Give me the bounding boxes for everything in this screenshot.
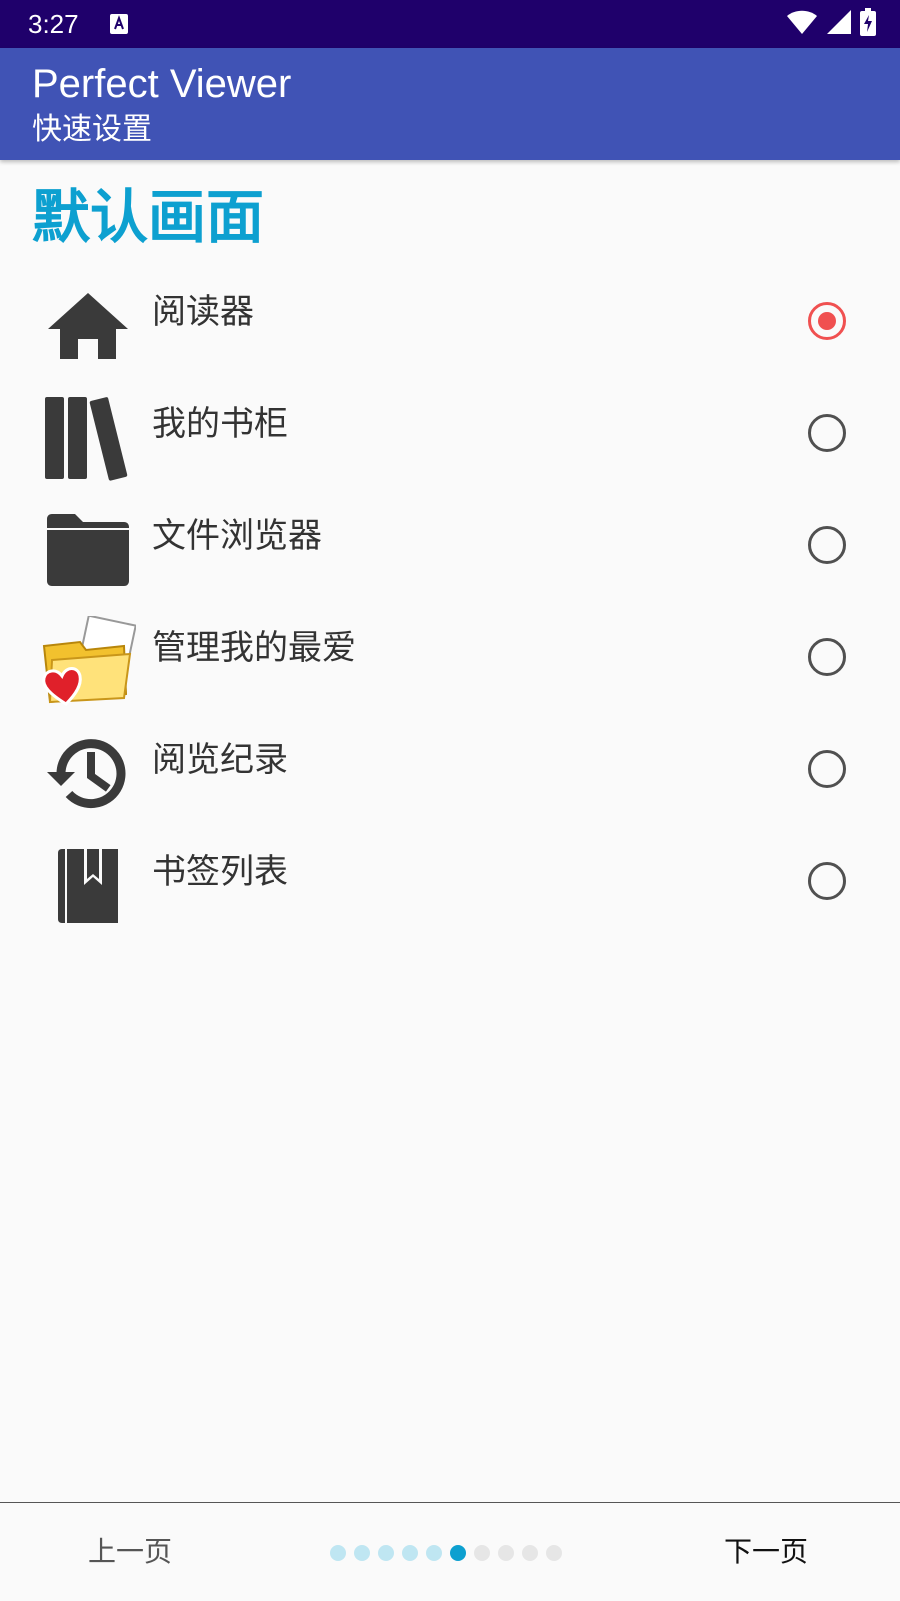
page-dot [378,1545,394,1561]
page-dot [522,1545,538,1561]
page-indicator [330,1545,562,1561]
text-a-icon [110,14,128,34]
option-label: 阅览纪录 [152,740,288,780]
option-file-browser[interactable]: 文件浏览器 [0,494,900,606]
status-icons [786,8,876,40]
page-dot [474,1545,490,1561]
page-dot [426,1545,442,1561]
home-icon [40,278,136,374]
section-title: 默认画面 [32,183,265,251]
bottom-navigation: 上一页 下一页 [0,1502,900,1601]
app-subtitle: 快速设置 [32,112,152,147]
wifi-icon [786,9,818,39]
default-screen-options: 阅读器 我的书柜 文件浏览器 管理我的最爱 阅览纪录 书签列表 [0,270,900,942]
battery-charging-icon [860,8,876,40]
page-dot [498,1545,514,1561]
page-dot [354,1545,370,1561]
radio-button[interactable] [808,750,846,788]
radio-button[interactable] [808,414,846,452]
option-bookmarks[interactable]: 书签列表 [0,830,900,942]
radio-button[interactable] [808,526,846,564]
previous-page-button[interactable]: 上一页 [60,1527,200,1577]
option-favorites[interactable]: 管理我的最爱 [0,606,900,718]
app-title: Perfect Viewer [32,62,292,106]
next-page-button[interactable]: 下一页 [696,1527,836,1577]
history-icon [40,726,136,822]
option-bookshelf[interactable]: 我的书柜 [0,382,900,494]
page-dot [546,1545,562,1561]
page-dot-active [450,1545,466,1561]
radio-button[interactable] [808,638,846,676]
option-label: 书签列表 [152,852,288,892]
option-label: 我的书柜 [152,404,288,444]
option-label: 文件浏览器 [152,516,322,556]
bookshelf-icon [40,390,136,486]
radio-button[interactable] [808,862,846,900]
bookmark-book-icon [40,838,136,934]
option-label: 管理我的最爱 [152,628,356,668]
app-bar: Perfect Viewer 快速设置 [0,48,900,160]
page-dot [330,1545,346,1561]
status-bar: 3:27 [0,0,900,48]
option-reader[interactable]: 阅读器 [0,270,900,382]
radio-button-selected[interactable] [808,302,846,340]
folder-icon [40,502,136,598]
favorite-folder-icon [40,614,136,710]
page-dot [402,1545,418,1561]
option-label: 阅读器 [152,292,254,332]
status-time: 3:27 [28,9,79,39]
cell-signal-icon [826,9,852,39]
option-history[interactable]: 阅览纪录 [0,718,900,830]
